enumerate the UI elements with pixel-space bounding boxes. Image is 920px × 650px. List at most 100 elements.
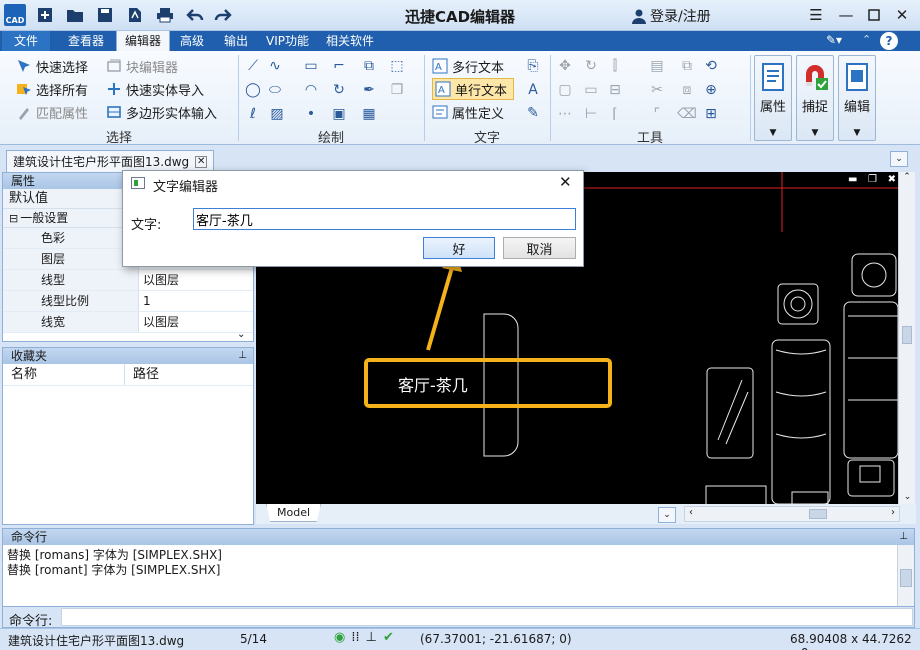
polygon-entity-input-button[interactable]: 多边形实体输入 [106,101,217,123]
maximize-icon[interactable] [862,4,886,26]
rotate-icon[interactable]: ↻ [582,57,600,75]
close-icon[interactable]: ✕ [890,4,914,26]
cancel-button[interactable]: 取消 [503,237,576,259]
line-icon[interactable]: ⟋ [244,57,262,75]
minimize-icon[interactable]: — [834,4,858,26]
join-icon[interactable]: ⊕ [702,81,720,99]
print-icon[interactable] [156,6,174,24]
favorites-col-name[interactable]: 名称 [3,364,125,385]
rectangle-icon[interactable]: ▭ [302,57,320,75]
collapse-icon[interactable]: ⊟ [9,209,18,227]
hatch-icon[interactable]: ▨ [268,105,286,123]
canvas-minimize-icon[interactable]: ▬ [848,174,857,187]
break-icon[interactable]: ⋯ [556,105,574,123]
text-input[interactable] [193,208,576,230]
save-icon[interactable] [96,6,114,24]
command-input[interactable] [61,608,913,626]
copy-icon[interactable]: ⧉ [360,57,378,75]
help-icon[interactable]: ? [880,32,898,50]
mirror-icon[interactable]: ⫿ [606,57,624,75]
document-tab[interactable]: 建筑设计住宅户形平面图13.dwg ✕ [6,150,214,172]
grid-toggle-icon[interactable]: ⁞⁞ [351,630,359,645]
dialog-close-icon[interactable]: ✕ [559,173,572,191]
ellipse-icon[interactable]: ⬭ [266,81,284,99]
text-style-icon[interactable]: ⎘ [524,57,542,75]
snap-toggle-icon[interactable]: ◉ [334,630,345,645]
tab-editor[interactable]: 编辑器 [116,31,171,51]
offset-icon[interactable]: ⊟ [606,81,624,99]
brush-icon[interactable]: ✎▾ [826,33,844,49]
tab-file[interactable]: 文件 [2,31,51,51]
login-button[interactable]: 登录/注册 [632,6,711,26]
spline-icon[interactable]: ℓ [244,105,262,123]
refresh-icon[interactable]: ↻ [330,81,348,99]
point-icon[interactable]: • [302,105,320,123]
pdf-icon[interactable] [126,6,144,24]
tab-viewer[interactable]: 查看器 [60,31,112,51]
match-props-button[interactable]: 匹配属性 [16,101,88,123]
command-scrollbar[interactable] [897,545,914,607]
quick-entity-import-button[interactable]: 快速实体导入 [106,78,204,100]
trim-icon[interactable]: ✂ [648,81,666,99]
scroll-thumb[interactable] [902,326,912,344]
prop-row-linetype-scale[interactable]: 线型比例 1 [3,291,253,312]
polyline-icon[interactable]: ⌐ [330,57,348,75]
tab-vip[interactable]: VIP功能 [258,31,317,51]
canvas-horizontal-scrollbar[interactable]: ‹ › [684,506,900,522]
pin-icon[interactable]: ⊥ [899,529,908,545]
layout-dropdown-icon[interactable]: ⌄ [658,507,676,523]
multiline-text-button[interactable]: A 多行文本 [432,55,504,77]
canvas-restore-icon[interactable]: ❐ [868,174,877,187]
canvas-vertical-scrollbar[interactable]: ⌃ ⌄ [898,172,915,504]
ok-button[interactable]: 好 [423,237,495,259]
extend-icon[interactable]: ⧈ [678,81,696,99]
properties-big-button[interactable]: 属性 ▼ [754,55,792,141]
model-tab[interactable]: Model [266,504,322,522]
collapse-ribbon-icon[interactable]: ⌃ [862,33,876,49]
stretch-icon[interactable]: ▭ [582,81,600,99]
table-icon[interactable]: ▦ [360,105,378,123]
align-icon[interactable]: ⊢ [582,105,600,123]
erase-icon[interactable]: ⌫ [677,105,697,123]
block-editor-button[interactable]: 块编辑器 [106,55,178,77]
scroll-down-icon[interactable]: ⌄ [899,492,916,502]
close-tab-icon[interactable]: ✕ [195,155,208,168]
open-folder-icon[interactable] [66,6,84,24]
scroll-left-icon[interactable]: ‹ [689,507,693,518]
prop-row-lineweight[interactable]: 线宽 以图层 [3,312,253,333]
scale-icon[interactable]: ▢ [556,81,574,99]
scroll-up-icon[interactable]: ⌃ [899,172,915,184]
attr-def-button[interactable]: 属性定义 [432,101,504,123]
edit-big-button[interactable]: 编辑 ▼ [838,55,876,141]
new-file-icon[interactable] [36,6,54,24]
tabs-dropdown-icon[interactable]: ⌄ [890,151,908,167]
fillet-icon[interactable]: ⌈ [606,105,624,123]
redo-icon[interactable] [214,6,232,24]
command-scroll-thumb[interactable] [900,569,912,587]
select-all-button[interactable]: 选择所有 [16,78,88,100]
freehand-icon[interactable]: ∿ [266,57,284,75]
snap-big-button[interactable]: 捕捉 ▼ [796,55,834,141]
explode-icon[interactable]: ⟲ [702,57,720,75]
prop-row-linetype[interactable]: 线型 以图层 [3,270,253,291]
select-region-icon[interactable]: ⬚ [388,57,406,75]
ortho-toggle-icon[interactable]: ⊥ [366,630,377,645]
scroll-right-icon[interactable]: › [891,507,895,518]
canvas-close-icon[interactable]: ✖ [888,174,896,187]
h-scroll-thumb[interactable] [809,509,827,519]
measure-icon[interactable]: ⊞ [702,105,720,123]
image-icon[interactable]: ▣ [330,105,348,123]
singleline-text-button[interactable]: A 单行文本 [432,78,515,100]
group-icon[interactable]: ⧉ [678,57,696,75]
arc-icon[interactable]: ◠ [302,81,320,99]
array-icon[interactable]: ▤ [648,57,666,75]
favorites-col-path[interactable]: 路径 [125,364,159,385]
menu-icon[interactable]: ☰ [804,4,828,26]
pen-icon[interactable]: ✒ [360,81,378,99]
osnap-toggle-icon[interactable]: ✔ [383,630,394,645]
scroll-down-icon[interactable]: ⌄ [237,329,245,340]
circle-icon[interactable]: ◯ [244,81,262,99]
tab-related-software[interactable]: 相关软件 [318,31,382,51]
text-color-icon[interactable]: A [524,81,542,99]
text-edit-icon[interactable]: ✎ [524,104,542,122]
